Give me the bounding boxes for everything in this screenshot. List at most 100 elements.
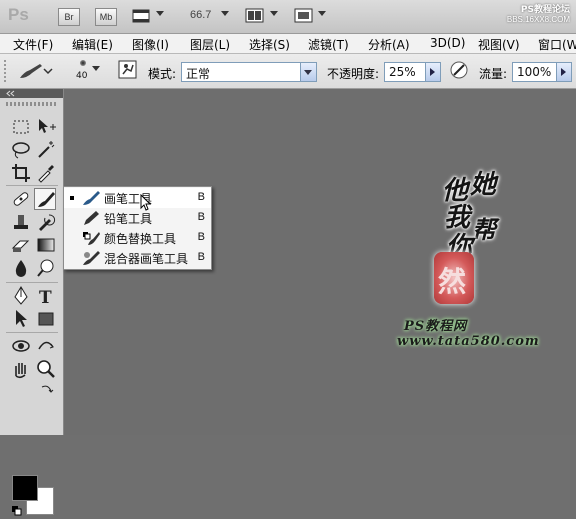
opacity-label: 不透明度: [327, 67, 380, 81]
drop-icon [15, 260, 27, 277]
flow-input[interactable]: 100% [512, 62, 572, 82]
path-selection-tool[interactable] [10, 308, 32, 330]
menu-edit[interactable]: 编辑(E) [72, 36, 113, 53]
opacity-value: 25% [389, 65, 416, 79]
flyout-label: 混合器画笔工具 [104, 252, 189, 266]
history-brush-icon [39, 214, 56, 231]
clone-stamp-tool[interactable] [10, 211, 32, 233]
menu-view[interactable]: 视图(V) [478, 36, 520, 53]
history-brush-tool[interactable] [35, 211, 57, 233]
menu-analysis[interactable]: 分析(A) [368, 36, 410, 53]
dodge-tool[interactable] [35, 257, 57, 279]
rectangle-tool[interactable] [35, 308, 57, 330]
menu-filter[interactable]: 滤镜(T) [308, 36, 349, 53]
flyout-label: 颜色替换工具 [104, 232, 177, 246]
arrange-documents-icon [245, 8, 264, 23]
type-tool[interactable]: T [35, 285, 57, 307]
menu-layer[interactable]: 图层(L) [190, 36, 230, 53]
lasso-tool[interactable] [10, 139, 32, 161]
bridge-button[interactable]: Br [58, 8, 80, 26]
eraser-tool[interactable] [10, 234, 32, 256]
flyout-shortcut: B [197, 191, 205, 203]
application-bar: Ps Br Mb 66.7 PS教程论坛 BBS.16XX8.COM [0, 0, 576, 34]
dodge-icon [37, 259, 54, 277]
chevron-down-icon[interactable] [156, 11, 164, 16]
3d-orbit-icon [38, 341, 54, 350]
tool-preset-picker[interactable] [14, 60, 54, 82]
chevron-down-icon[interactable] [270, 11, 278, 16]
view-extras-icon [132, 9, 150, 23]
flyout-item-color-replacement[interactable]: 颜色替换工具 B [64, 228, 211, 248]
menu-file[interactable]: 文件(F) [13, 36, 53, 53]
brush-tool-flyout: 画笔工具 B 铅笔工具 B 颜色替换工具 B 混合器画笔工具 B [63, 186, 212, 270]
zoom-level[interactable]: 66.7 [190, 9, 211, 21]
screen-mode-button[interactable] [294, 8, 314, 24]
chevron-down-icon[interactable] [318, 11, 326, 16]
eyedropper-icon [38, 165, 54, 183]
3d-rotate-icon [12, 340, 30, 352]
3d-rotate-tool[interactable] [10, 335, 32, 357]
flow-value: 100% [517, 65, 552, 79]
opacity-input[interactable]: 25% [384, 62, 441, 82]
chevron-right-icon[interactable] [425, 63, 440, 81]
eyedropper-tool[interactable] [35, 162, 57, 184]
type-icon: T [39, 288, 52, 307]
zoom-tool[interactable] [35, 358, 57, 380]
rectangle-icon [38, 312, 54, 326]
quick-selection-tool[interactable] [35, 139, 57, 161]
3d-orbit-tool[interactable] [35, 335, 57, 357]
brush-panel-toggle[interactable] [118, 60, 138, 80]
chevron-right-icon[interactable] [556, 63, 571, 81]
red-seal-stamp: 然 [434, 252, 474, 304]
options-bar: 40 模式: 正常 不透明度: 25% 流量: 100% [0, 54, 576, 89]
hand-icon [15, 363, 26, 379]
lasso-icon [12, 142, 30, 159]
pressure-opacity-toggle[interactable] [449, 60, 469, 80]
flyout-item-brush[interactable]: 画笔工具 B [64, 188, 211, 208]
chevron-down-icon [300, 63, 316, 81]
chevron-down-icon [92, 66, 100, 71]
flyout-shortcut: B [197, 231, 205, 243]
view-extras-button[interactable] [131, 8, 151, 24]
calligraphy-char: 帮 [472, 215, 496, 244]
swap-colors-icon[interactable] [40, 383, 54, 395]
pen-tool[interactable] [10, 285, 32, 307]
arrange-documents-button[interactable] [245, 8, 265, 24]
svg-text:T: T [39, 288, 52, 307]
hand-tool[interactable] [10, 358, 32, 380]
tools-panel-header[interactable] [0, 89, 63, 98]
menu-image[interactable]: 图像(I) [132, 36, 169, 53]
tools-panel-grip[interactable] [6, 102, 56, 106]
marquee-tool[interactable] [10, 116, 32, 138]
flyout-label: 铅笔工具 [104, 212, 153, 226]
healing-brush-tool[interactable] [10, 188, 32, 210]
default-colors-icon[interactable] [12, 505, 22, 516]
brush-picker[interactable]: 40 [68, 58, 102, 84]
flyout-item-mixer-brush[interactable]: 混合器画笔工具 B [64, 248, 211, 268]
site-name-text: PS教程网 [404, 319, 468, 334]
move-tool[interactable] [35, 116, 57, 138]
watermark-title: PS教程论坛 [520, 5, 570, 15]
mode-select[interactable]: 正常 [181, 62, 317, 82]
options-grip[interactable] [4, 60, 8, 82]
seal-char: 然 [438, 265, 467, 298]
chevron-down-icon[interactable] [221, 11, 229, 16]
flyout-item-pencil[interactable]: 铅笔工具 B [64, 208, 211, 228]
brush-tool[interactable] [34, 188, 56, 210]
flyout-shortcut: B [197, 251, 205, 263]
menu-window[interactable]: 窗口(W [538, 36, 576, 53]
blur-tool[interactable] [10, 257, 32, 279]
selected-bullet-icon [70, 196, 74, 200]
gradient-tool[interactable] [35, 234, 57, 256]
crop-tool[interactable] [10, 162, 32, 184]
menu-select[interactable]: 选择(S) [249, 36, 290, 53]
move-icon [39, 119, 56, 133]
mode-value: 正常 [186, 67, 211, 81]
pressure-opacity-icon [450, 61, 468, 79]
menu-3d[interactable]: 3D(D) [430, 36, 465, 50]
magnifier-icon [37, 360, 55, 378]
bandage-icon [13, 192, 29, 206]
foreground-color-swatch[interactable] [12, 475, 38, 501]
mini-bridge-button[interactable]: Mb [95, 8, 117, 26]
site-url-text: www.tata580.com [397, 334, 540, 349]
